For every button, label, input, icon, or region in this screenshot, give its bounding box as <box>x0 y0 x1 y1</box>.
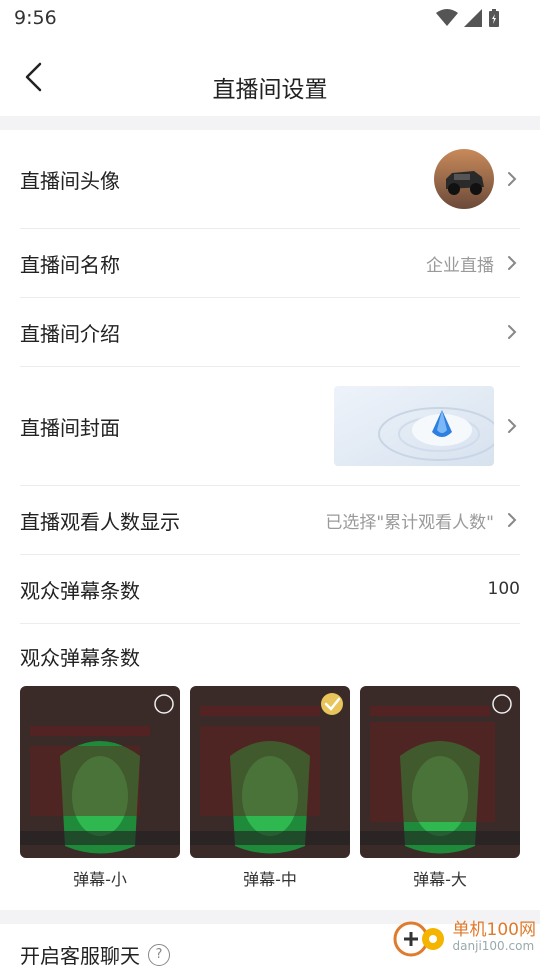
chevron-right-icon <box>508 256 517 270</box>
row-label: 直播间头像 <box>20 168 120 193</box>
status-bar: 9:56 <box>0 0 540 36</box>
watermark: 单机100网 danji100.com <box>391 915 536 959</box>
status-icons <box>436 8 500 28</box>
danmaku-size-options: 弹幕-小 弹幕-中 弹幕-大 <box>0 686 540 890</box>
danmaku-option-caption: 弹幕-小 <box>73 870 127 889</box>
chevron-right-icon <box>508 513 517 527</box>
danmaku-preview-image <box>190 686 350 858</box>
row-label: 开启客服聊天 <box>20 944 140 968</box>
watermark-logo-icon <box>393 921 444 957</box>
danmaku-option-caption: 弹幕-中 <box>243 870 297 889</box>
avatar <box>434 149 494 209</box>
row-label: 直播观看人数显示 <box>20 509 180 534</box>
chevron-right-icon <box>508 325 517 339</box>
signal-icon <box>464 9 482 27</box>
watermark-url: danji100.com <box>452 939 535 953</box>
row-live-avatar[interactable]: 直播间头像 <box>20 130 520 229</box>
danmaku-preview-image <box>20 686 180 858</box>
danmaku-preview-image <box>360 686 520 858</box>
danmaku-option-caption: 弹幕-大 <box>413 870 467 889</box>
row-live-name[interactable]: 直播间名称 企业直播 <box>20 229 520 298</box>
row-label: 直播间封面 <box>20 415 120 440</box>
row-value: 企业直播 <box>426 255 494 276</box>
nav-bar: 直播间设置 <box>0 36 540 116</box>
danmaku-option-small[interactable]: 弹幕-小 <box>20 686 180 890</box>
chevron-right-icon <box>508 419 517 433</box>
section-divider <box>0 116 540 130</box>
row-danmaku-count[interactable]: 观众弹幕条数 100 <box>20 555 520 624</box>
danmaku-option-medium[interactable]: 弹幕-中 <box>190 686 350 890</box>
row-label: 直播间介绍 <box>20 321 120 346</box>
chevron-right-icon <box>508 172 517 186</box>
row-label: 直播间名称 <box>20 252 120 277</box>
cover-image <box>334 386 494 466</box>
row-customer-chat[interactable]: 开启客服聊天 ? <box>20 940 170 969</box>
wifi-icon <box>436 9 458 26</box>
row-live-cover[interactable]: 直播间封面 <box>20 367 520 486</box>
battery-icon <box>489 9 499 27</box>
danmaku-size-label: 观众弹幕条数 <box>20 646 140 670</box>
row-value: 已选择"累计观看人数" <box>325 512 494 533</box>
help-icon[interactable]: ? <box>148 943 170 966</box>
row-live-intro[interactable]: 直播间介绍 <box>20 298 520 367</box>
row-viewer-count-display[interactable]: 直播观看人数显示 已选择"累计观看人数" <box>20 486 520 555</box>
page-title: 直播间设置 <box>212 77 328 103</box>
watermark-brand: 单机100网 <box>452 920 536 940</box>
row-label: 观众弹幕条数 <box>20 578 140 603</box>
row-value: 100 <box>487 579 520 599</box>
danmaku-option-large[interactable]: 弹幕-大 <box>360 686 520 890</box>
status-time: 9:56 <box>14 7 57 29</box>
